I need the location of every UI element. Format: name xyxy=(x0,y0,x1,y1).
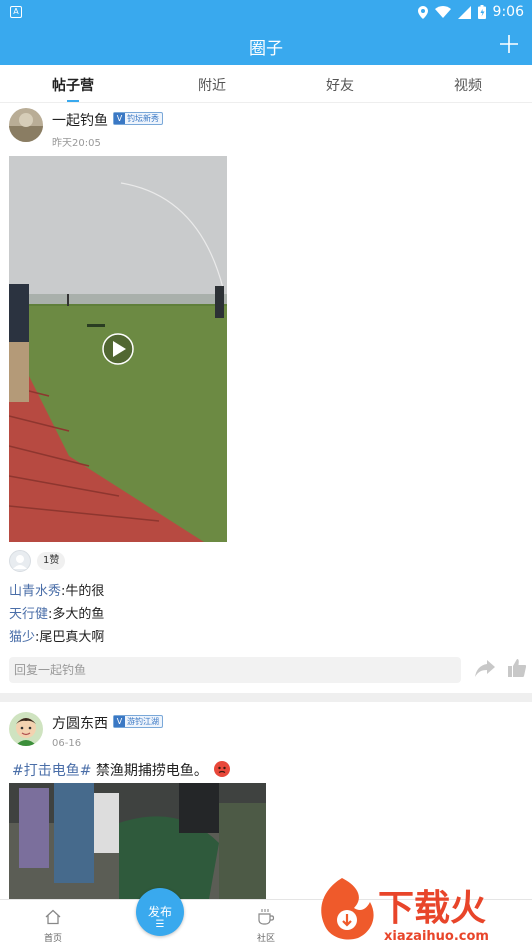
comment-item[interactable]: 猫少:尾巴真大啊 xyxy=(9,626,104,645)
home-icon xyxy=(45,909,61,925)
status-time: 9:06 xyxy=(492,4,524,20)
wifi-icon xyxy=(434,6,451,18)
angry-emoji-icon xyxy=(214,761,231,777)
vip-icon: V xyxy=(114,716,125,727)
avatar[interactable] xyxy=(9,712,43,746)
nav-home-label: 首页 xyxy=(43,934,62,944)
like-button[interactable] xyxy=(508,659,527,681)
menu-lines-icon: ☰ xyxy=(155,919,165,930)
liker-avatar[interactable] xyxy=(9,550,31,572)
post-time: 昨天20:05 xyxy=(52,138,101,149)
badge-label: 游钓江湖 xyxy=(127,717,159,726)
comment-item[interactable]: 山青水秀:牛的很 xyxy=(9,580,104,599)
post-video[interactable] xyxy=(9,156,227,542)
signal-icon xyxy=(457,5,471,19)
post-text: #打击电鱼# 禁渔期捕捞电鱼。 xyxy=(12,760,231,780)
comment-text: :牛的很 xyxy=(61,584,105,599)
comment-text: :尾巴真大啊 xyxy=(35,630,105,645)
location-icon xyxy=(417,5,428,19)
post-username[interactable]: 一起钓鱼 xyxy=(52,110,108,130)
watermark-brand: 下载火 xyxy=(378,888,486,929)
comment-text: :多大的鱼 xyxy=(48,607,105,622)
watermark-logo: 下载火 xiazaihuo.com xyxy=(312,876,530,944)
battery-icon xyxy=(477,5,486,19)
badge-label: 钓坛新秀 xyxy=(127,114,159,123)
notification-icon: A xyxy=(10,6,22,18)
add-post-button[interactable] xyxy=(500,29,518,58)
tab-videos[interactable]: 视频 xyxy=(454,75,482,95)
post-time: 06-16 xyxy=(52,738,82,749)
plus-icon xyxy=(500,35,518,53)
tab-nearby[interactable]: 附近 xyxy=(198,75,226,95)
vip-icon: V xyxy=(114,113,125,124)
app-header: 圈子 xyxy=(0,25,532,65)
reply-input[interactable]: 回复一起钓鱼 xyxy=(9,657,461,683)
comment-author[interactable]: 猫少 xyxy=(9,630,35,645)
user-level-badge: V 钓坛新秀 xyxy=(113,112,163,125)
page-title: 圈子 xyxy=(249,39,283,59)
tab-bar: 帖子营 附近 好友 视频 xyxy=(0,65,532,103)
post-body: 禁渔期捕捞电鱼。 xyxy=(91,763,208,779)
user-level-badge: V 游钓江湖 xyxy=(113,715,163,728)
share-button[interactable] xyxy=(475,660,495,682)
nav-community-label: 社区 xyxy=(256,934,275,944)
like-count[interactable]: 1赞 xyxy=(37,552,66,570)
post-divider xyxy=(0,693,532,702)
tab-posts[interactable]: 帖子营 xyxy=(52,75,94,95)
post-username[interactable]: 方圆东西 xyxy=(52,713,108,733)
watermark-url: xiazaihuo.com xyxy=(384,929,489,944)
post-hashtag[interactable]: #打击电鱼# xyxy=(12,763,91,779)
post-image[interactable] xyxy=(9,783,266,899)
publish-label: 发布 xyxy=(147,905,172,919)
status-bar: A 9:06 xyxy=(0,0,532,25)
avatar[interactable] xyxy=(9,108,43,142)
share-icon xyxy=(475,660,495,677)
comment-author[interactable]: 山青水秀 xyxy=(9,584,61,599)
thumbs-up-icon xyxy=(508,659,527,677)
status-icons: 9:06 xyxy=(417,4,524,20)
comment-author[interactable]: 天行健 xyxy=(9,607,48,622)
tab-friends[interactable]: 好友 xyxy=(326,75,354,95)
coffee-cup-icon xyxy=(258,909,275,925)
active-tab-indicator xyxy=(67,100,79,102)
publish-button[interactable]: 发布 ☰ xyxy=(136,888,184,936)
comment-item[interactable]: 天行健:多大的鱼 xyxy=(9,603,104,622)
